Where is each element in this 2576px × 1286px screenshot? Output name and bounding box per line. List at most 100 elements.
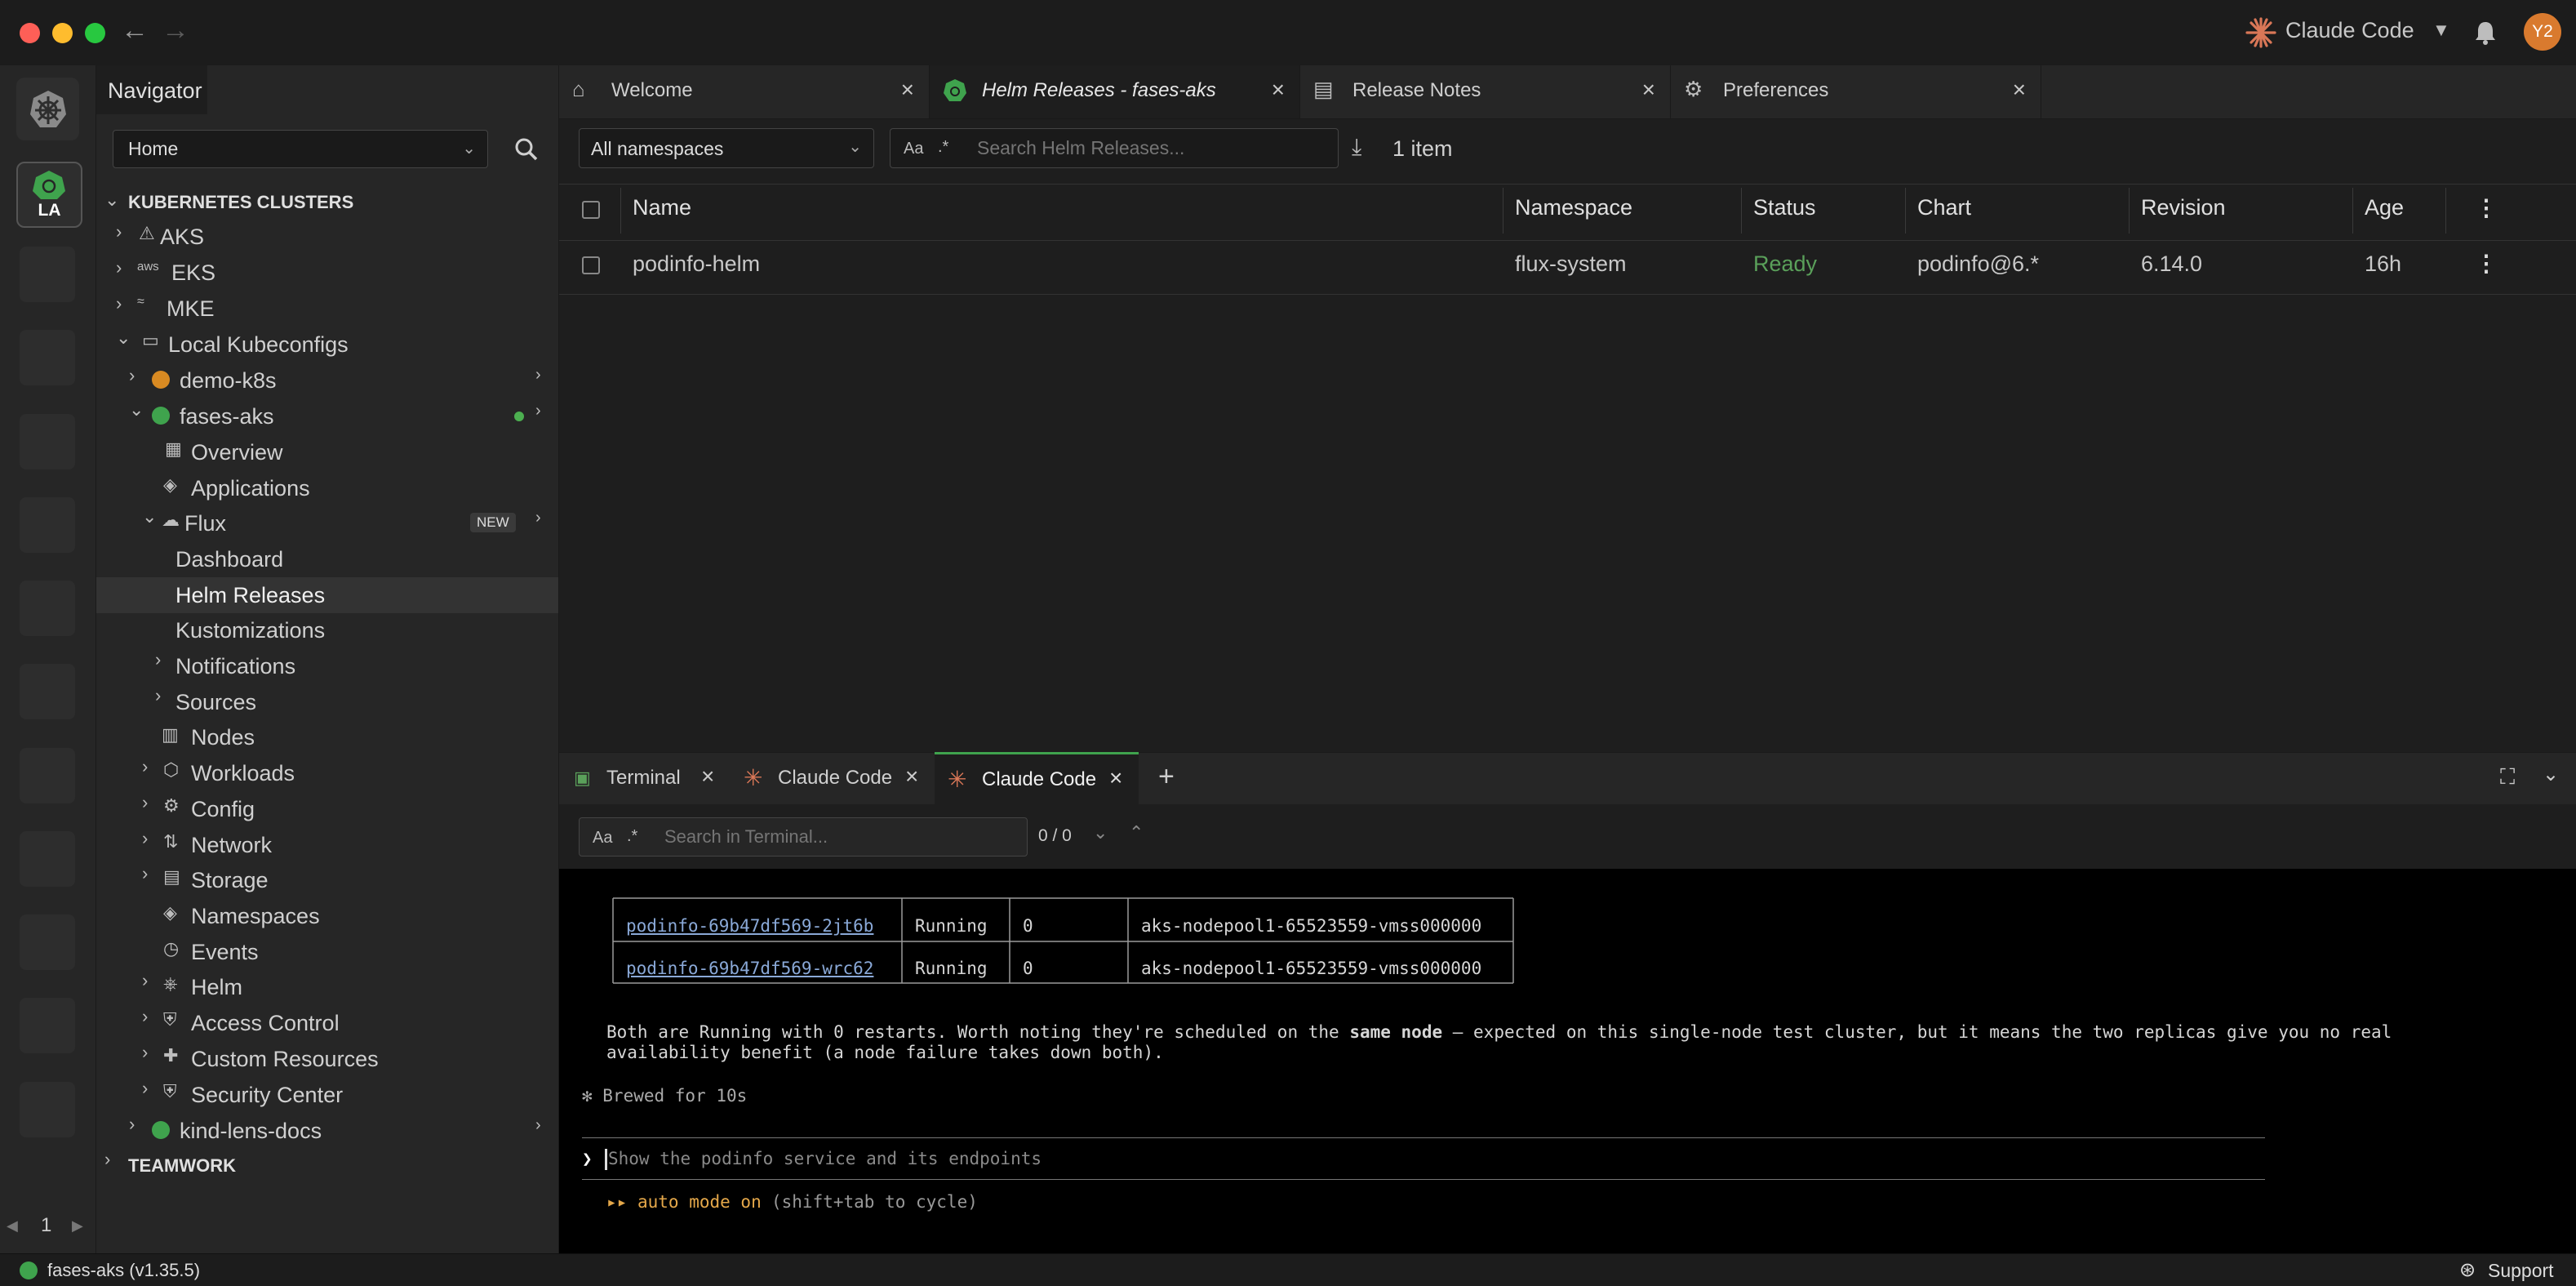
- chevron-right-icon[interactable]: ›: [535, 366, 541, 385]
- close-window-button[interactable]: [20, 23, 40, 43]
- minimize-window-button[interactable]: [52, 23, 73, 43]
- empty-hotbar-slot[interactable]: [20, 664, 75, 719]
- terminal-search[interactable]: Aa .*: [579, 817, 1028, 857]
- dock-tab-terminal[interactable]: ▣ Terminal ×: [559, 753, 731, 804]
- chevron-right-icon[interactable]: ›: [535, 1116, 541, 1135]
- tab-helm-releases[interactable]: Helm Releases - fases-aks ×: [930, 65, 1300, 118]
- empty-hotbar-slot[interactable]: [20, 497, 75, 553]
- tree-item-fases-aks[interactable]: fases-aks: [180, 400, 274, 433]
- bell-icon[interactable]: [2473, 20, 2498, 46]
- chevron-right-icon[interactable]: ›: [129, 365, 135, 386]
- empty-hotbar-slot[interactable]: [20, 247, 75, 302]
- close-icon[interactable]: ×: [905, 763, 918, 790]
- chevron-right-icon[interactable]: ›: [104, 1149, 110, 1170]
- select-all-checkbox[interactable]: [582, 201, 600, 219]
- chevron-right-icon[interactable]: ›: [142, 828, 148, 849]
- chevron-right-icon[interactable]: ›: [155, 649, 161, 670]
- chevron-right-icon[interactable]: ›: [142, 792, 148, 813]
- chevron-right-icon[interactable]: ›: [142, 1042, 148, 1063]
- column-header-revision[interactable]: Revision: [2141, 195, 2226, 220]
- chevron-right-icon[interactable]: ›: [116, 257, 122, 278]
- add-tab-icon[interactable]: +: [1158, 761, 1175, 793]
- download-icon[interactable]: ⤓: [1352, 134, 1361, 161]
- chevron-right-icon[interactable]: ›: [116, 221, 122, 243]
- empty-hotbar-slot[interactable]: [20, 748, 75, 803]
- tree-item-custom-resources[interactable]: Custom Resources: [191, 1043, 379, 1075]
- chevron-right-icon[interactable]: ›: [142, 756, 148, 777]
- maximize-window-button[interactable]: [85, 23, 105, 43]
- tree-item-overview[interactable]: Overview: [191, 436, 283, 469]
- terminal-search-input[interactable]: [663, 823, 1009, 851]
- tree-item-flux[interactable]: Flux: [184, 507, 226, 540]
- column-menu-icon[interactable]: ⋮: [2475, 194, 2498, 221]
- chevron-right-icon[interactable]: ›: [129, 1114, 135, 1135]
- tree-item-network[interactable]: Network: [191, 829, 272, 861]
- tree-item-mke[interactable]: MKE: [167, 292, 215, 325]
- app-title[interactable]: Claude Code: [2285, 18, 2414, 43]
- column-header-chart[interactable]: Chart: [1917, 195, 1971, 220]
- chevron-right-icon[interactable]: ›: [116, 293, 122, 314]
- forward-arrow-icon[interactable]: →: [162, 15, 189, 47]
- tree-item-eks[interactable]: EKS: [171, 256, 215, 289]
- maximize-icon[interactable]: ⛶: [2500, 764, 2515, 790]
- namespace-select[interactable]: All namespaces ⌄: [579, 128, 874, 168]
- empty-hotbar-slot[interactable]: [20, 1082, 75, 1137]
- tree-item-helm-releases[interactable]: Helm Releases: [96, 577, 558, 613]
- section-teamwork[interactable]: TEAMWORK: [128, 1150, 236, 1182]
- tab-preferences[interactable]: ⚙ Preferences ×: [1671, 65, 2041, 118]
- workspace-select[interactable]: Home ⌄: [113, 130, 488, 168]
- terminal-output[interactable]: podinfo-69b47df569-2jt6b Running 0 aks-n…: [559, 869, 2576, 1253]
- tree-item-helm[interactable]: Helm: [191, 971, 242, 1003]
- chevron-right-icon[interactable]: ›: [142, 1078, 148, 1099]
- chevron-down-icon[interactable]: ▼: [2432, 20, 2450, 41]
- close-icon[interactable]: ×: [901, 77, 914, 103]
- tree-item-config[interactable]: Config: [191, 793, 255, 825]
- tree-item-namespaces[interactable]: Namespaces: [191, 900, 320, 932]
- chevron-down-icon[interactable]: ⌄: [104, 189, 119, 211]
- match-case-toggle[interactable]: Aa: [593, 829, 612, 848]
- chevron-down-icon[interactable]: ⌄: [129, 399, 144, 421]
- next-match-icon[interactable]: ⌄: [1093, 822, 1108, 843]
- empty-hotbar-slot[interactable]: [20, 581, 75, 636]
- chevron-right-icon[interactable]: ›: [155, 685, 161, 706]
- user-avatar[interactable]: Y2: [2524, 13, 2561, 51]
- tree-item-applications[interactable]: Applications: [191, 472, 310, 505]
- prompt-input[interactable]: Show the podinfo service and its endpoin…: [608, 1149, 1042, 1168]
- next-page-icon[interactable]: ▶: [72, 1217, 83, 1235]
- back-arrow-icon[interactable]: ←: [121, 15, 149, 47]
- column-header-name[interactable]: Name: [633, 195, 691, 220]
- row-checkbox[interactable]: [582, 256, 600, 274]
- search-icon[interactable]: [514, 137, 539, 162]
- navigator-tab[interactable]: Navigator: [96, 65, 207, 114]
- tree-item-demo-k8s[interactable]: demo-k8s: [180, 364, 277, 397]
- close-icon[interactable]: ×: [701, 763, 714, 790]
- section-kubernetes-clusters[interactable]: KUBERNETES CLUSTERS: [128, 186, 353, 219]
- tree-item-kind-lens-docs[interactable]: kind-lens-docs: [180, 1115, 322, 1147]
- tree-item-sources[interactable]: Sources: [175, 686, 256, 719]
- empty-hotbar-slot[interactable]: [20, 330, 75, 385]
- dock-tab-claude-code-2[interactable]: ✳ Claude Code ×: [935, 752, 1139, 806]
- tree-item-notifications[interactable]: Notifications: [175, 650, 295, 683]
- active-cluster-status[interactable]: fases-aks (v1.35.5): [47, 1260, 200, 1281]
- regex-toggle[interactable]: .*: [938, 138, 948, 157]
- match-case-toggle[interactable]: Aa: [904, 140, 923, 158]
- tree-item-aks[interactable]: AKS: [160, 220, 204, 253]
- prev-page-icon[interactable]: ◀: [7, 1217, 18, 1235]
- chevron-right-icon[interactable]: ›: [535, 402, 541, 421]
- tree-item-events[interactable]: Events: [191, 936, 259, 968]
- chevron-down-icon[interactable]: ⌄: [116, 327, 131, 349]
- support-link[interactable]: Support: [2488, 1260, 2554, 1282]
- tree-item-local-kubeconfigs[interactable]: Local Kubeconfigs: [168, 328, 349, 361]
- tree-item-security-center[interactable]: Security Center: [191, 1079, 343, 1111]
- tab-welcome[interactable]: ⌂ Welcome ×: [559, 65, 930, 118]
- column-header-status[interactable]: Status: [1753, 195, 1816, 220]
- row-menu-icon[interactable]: ⋮: [2475, 250, 2498, 277]
- column-header-age[interactable]: Age: [2365, 195, 2404, 220]
- empty-hotbar-slot[interactable]: [20, 831, 75, 887]
- dock-tab-claude-code-1[interactable]: ✳ Claude Code ×: [731, 753, 935, 804]
- chevron-down-icon[interactable]: ⌄: [2543, 763, 2559, 786]
- cluster-hotbar-item[interactable]: LA: [16, 162, 82, 228]
- chevron-right-icon[interactable]: ›: [535, 509, 541, 527]
- close-icon[interactable]: ×: [2013, 77, 2026, 103]
- pod-name-link[interactable]: podinfo-69b47df569-2jt6b: [626, 916, 873, 936]
